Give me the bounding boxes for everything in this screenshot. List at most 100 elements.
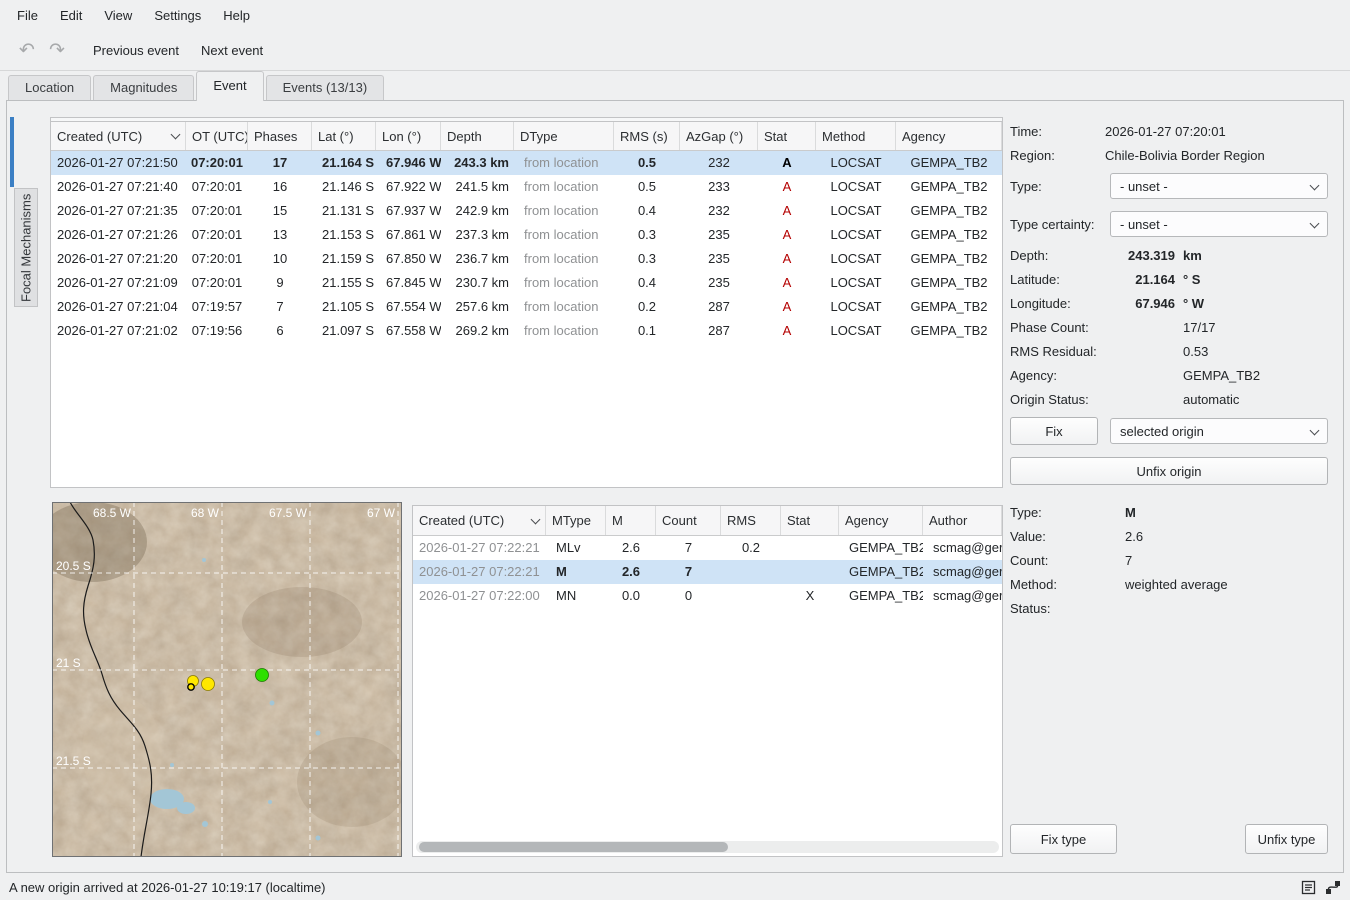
redo-icon[interactable]: ↷ — [42, 36, 72, 64]
log-icon[interactable] — [1301, 880, 1316, 895]
origin-lat: 21.105 S — [312, 295, 376, 319]
origin-dtype: from location — [514, 199, 614, 223]
magnitudes-table: Created (UTC) MType M Count RMS Stat Age… — [412, 505, 1003, 857]
longitude-value: 67.946 — [1105, 296, 1175, 311]
col-header-created[interactable]: Created (UTC) — [51, 122, 186, 150]
connection-icon[interactable] — [1325, 880, 1341, 895]
magnitude-row[interactable]: 2026-01-27 07:22:21 M 2.6 7 GEMPA_TB2 sc… — [413, 560, 1002, 584]
origin-phases: 6 — [248, 319, 312, 343]
origin-azgap: 287 — [680, 319, 758, 343]
unfix-origin-button[interactable]: Unfix origin — [1010, 457, 1328, 485]
origin-ot: 07:20:01 — [186, 175, 248, 199]
latitude-value: 21.164 — [1105, 272, 1175, 287]
previous-event-button[interactable]: Previous event — [82, 38, 190, 63]
origin-row[interactable]: 2026-01-27 07:21:04 07:19:57 7 21.105 S … — [51, 295, 1002, 319]
origin-row[interactable]: 2026-01-27 07:21:40 07:20:01 16 21.146 S… — [51, 175, 1002, 199]
magnitude-rms — [721, 584, 781, 608]
col-header-m[interactable]: M — [606, 506, 656, 535]
origin-agency: GEMPA_TB2 — [896, 199, 1002, 223]
col-header-mag-created[interactable]: Created (UTC) — [413, 506, 546, 535]
epicenter-symbol[interactable] — [202, 678, 215, 691]
menu-settings[interactable]: Settings — [143, 3, 212, 28]
origin-method: LOCSAT — [816, 151, 896, 175]
tab-magnitudes[interactable]: Magnitudes — [93, 75, 194, 100]
col-header-phases[interactable]: Phases — [248, 122, 312, 150]
tab-location[interactable]: Location — [8, 75, 91, 100]
col-header-mag-rms[interactable]: RMS — [721, 506, 781, 535]
origin-phases: 15 — [248, 199, 312, 223]
col-header-author[interactable]: Author — [923, 506, 1002, 535]
magnitude-stat — [781, 560, 839, 584]
origin-lon: 67.554 W — [376, 295, 441, 319]
origin-phases: 16 — [248, 175, 312, 199]
fix-type-button[interactable]: Fix type — [1010, 824, 1117, 854]
menu-help[interactable]: Help — [212, 3, 261, 28]
epicenter-symbol-selected[interactable] — [188, 684, 194, 690]
magnitudes-table-body: 2026-01-27 07:22:21 MLv 2.6 7 0.2 GEMPA_… — [413, 536, 1002, 608]
col-header-rms[interactable]: RMS (s) — [614, 122, 680, 150]
magnitude-stat: X — [781, 584, 839, 608]
sort-indicator-icon[interactable] — [171, 130, 181, 140]
origin-row[interactable]: 2026-01-27 07:21:09 07:20:01 9 21.155 S … — [51, 271, 1002, 295]
scrollbar-handle[interactable] — [419, 842, 728, 852]
origin-azgap: 233 — [680, 175, 758, 199]
origin-phases: 10 — [248, 247, 312, 271]
origin-row[interactable]: 2026-01-27 07:21:50 07:20:01 17 21.164 S… — [51, 151, 1002, 175]
menu-edit[interactable]: Edit — [49, 3, 93, 28]
col-header-stat[interactable]: Stat — [758, 122, 816, 150]
col-header-ot[interactable]: OT (UTC) — [186, 122, 248, 150]
col-header-azgap[interactable]: AzGap (°) — [680, 122, 758, 150]
col-header-dtype[interactable]: DType — [514, 122, 614, 150]
chevron-down-icon — [1310, 218, 1320, 228]
menu-file[interactable]: File — [6, 3, 49, 28]
col-header-mag-agency[interactable]: Agency — [839, 506, 923, 535]
col-header-count[interactable]: Count — [656, 506, 721, 535]
origin-row[interactable]: 2026-01-27 07:21:20 07:20:01 10 21.159 S… — [51, 247, 1002, 271]
next-event-button[interactable]: Next event — [190, 38, 274, 63]
magnitude-m: 2.6 — [606, 560, 656, 584]
epicenter-symbol-latest[interactable] — [256, 669, 269, 682]
origin-lat: 21.159 S — [312, 247, 376, 271]
col-header-agency[interactable]: Agency — [896, 122, 1002, 150]
origin-lon: 67.922 W — [376, 175, 441, 199]
origin-azgap: 235 — [680, 271, 758, 295]
col-header-lon[interactable]: Lon (°) — [376, 122, 441, 150]
origin-row[interactable]: 2026-01-27 07:21:26 07:20:01 13 21.153 S… — [51, 223, 1002, 247]
origin-dtype: from location — [514, 247, 614, 271]
col-header-depth[interactable]: Depth — [441, 122, 514, 150]
origin-created: 2026-01-27 07:21:40 — [51, 175, 186, 199]
fix-origin-select[interactable]: selected origin — [1110, 418, 1328, 444]
fix-button[interactable]: Fix — [1010, 417, 1098, 445]
origin-method: LOCSAT — [816, 223, 896, 247]
tab-events-list[interactable]: Events (13/13) — [266, 75, 385, 100]
col-header-mag-stat[interactable]: Stat — [781, 506, 839, 535]
undo-icon[interactable]: ↶ — [12, 36, 42, 64]
longitude-unit: ° W — [1183, 296, 1204, 311]
tab-event[interactable]: Event — [196, 71, 263, 101]
status-bar: A new origin arrived at 2026-01-27 10:19… — [0, 874, 1350, 900]
magnitude-count: 7 — [656, 560, 721, 584]
agency-value: GEMPA_TB2 — [1183, 368, 1260, 383]
unfix-type-button[interactable]: Unfix type — [1245, 824, 1328, 854]
origin-agency: GEMPA_TB2 — [896, 175, 1002, 199]
depth-unit: km — [1183, 248, 1202, 263]
fix-origin-select-value: selected origin — [1120, 424, 1204, 439]
magnitude-row[interactable]: 2026-01-27 07:22:21 MLv 2.6 7 0.2 GEMPA_… — [413, 536, 1002, 560]
type-certainty-select[interactable]: - unset - — [1110, 211, 1328, 237]
epicenter-map[interactable]: 68.5 W 68 W 67.5 W 67 W 20.5 S 21 S 21.5… — [52, 502, 402, 857]
col-header-lat[interactable]: Lat (°) — [312, 122, 376, 150]
origin-row[interactable]: 2026-01-27 07:21:02 07:19:56 6 21.097 S … — [51, 319, 1002, 343]
origin-phases: 17 — [248, 151, 312, 175]
side-tab-focal-mechanisms[interactable]: Focal Mechanisms — [14, 188, 38, 307]
magnitude-row[interactable]: 2026-01-27 07:22:00 MN 0.0 0 X GEMPA_TB2… — [413, 584, 1002, 608]
col-header-method[interactable]: Method — [816, 122, 896, 150]
menu-view[interactable]: View — [93, 3, 143, 28]
event-type-select[interactable]: - unset - — [1110, 173, 1328, 199]
horizontal-scrollbar[interactable] — [416, 841, 999, 853]
magnitude-agency: GEMPA_TB2 — [839, 560, 923, 584]
magnitude-created: 2026-01-27 07:22:00 — [413, 584, 546, 608]
sort-indicator-icon[interactable] — [531, 514, 541, 524]
origin-row[interactable]: 2026-01-27 07:21:35 07:20:01 15 21.131 S… — [51, 199, 1002, 223]
col-header-mtype[interactable]: MType — [546, 506, 606, 535]
origin-method: LOCSAT — [816, 199, 896, 223]
